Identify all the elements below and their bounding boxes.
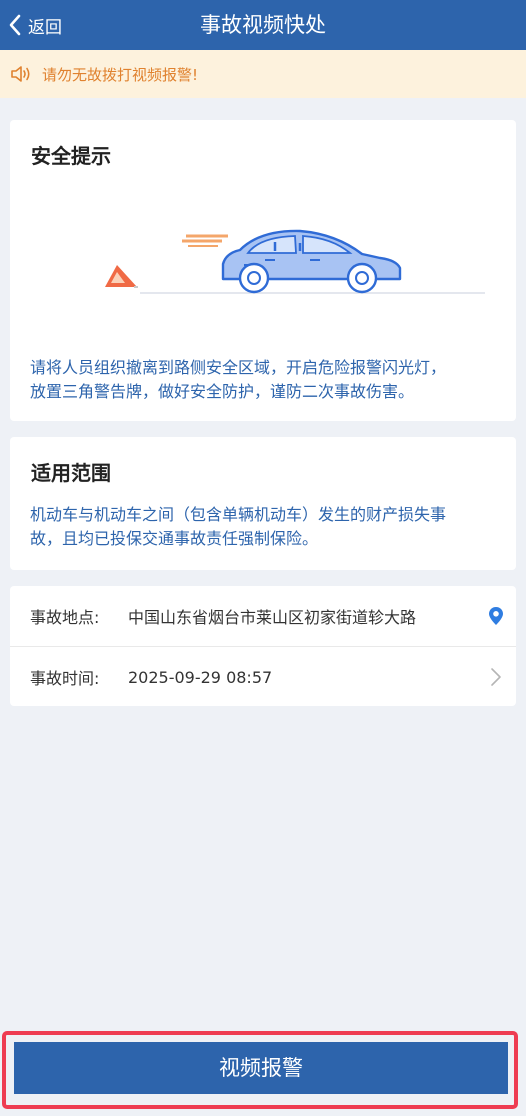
- safety-tip-card: 安全提示 请将人员组织撤离到路侧安全区域，开启危险报警闪光灯， 放置三角警告牌，…: [10, 120, 516, 421]
- video-alarm-button[interactable]: 视频报警: [14, 1042, 508, 1094]
- top-bar: 返回 事故视频快处: [0, 0, 526, 50]
- safety-tip-title: 安全提示: [31, 144, 111, 168]
- location-row[interactable]: 事故地点: 中国山东省烟台市莱山区初家街道轸大路: [10, 586, 516, 646]
- submit-area: 视频报警: [0, 1030, 526, 1116]
- chevron-right-icon: [476, 667, 516, 687]
- car-warning-illustration: [105, 229, 485, 294]
- notice-text: 请勿无故拨打视频报警!: [42, 65, 199, 84]
- scope-title: 适用范围: [31, 461, 111, 485]
- time-label: 事故时间:: [30, 669, 100, 688]
- accident-info-card: 事故地点: 中国山东省烟台市莱山区初家街道轸大路 事故时间: 2025-09-2…: [10, 586, 516, 706]
- location-value: 中国山东省烟台市莱山区初家街道轸大路: [128, 608, 417, 627]
- speaker-icon: [10, 65, 32, 83]
- page-title: 事故视频快处: [200, 13, 326, 37]
- back-button[interactable]: 返回: [8, 0, 62, 50]
- scope-text: 机动车与机动车之间（包含单辆机动车）发生的财产损失事 故，且均已投保交通事故责任…: [30, 503, 496, 551]
- scope-line-2: 故，且均已投保交通事故责任强制保险。: [30, 529, 319, 548]
- scope-card: 适用范围 机动车与机动车之间（包含单辆机动车）发生的财产损失事 故，且均已投保交…: [10, 437, 516, 570]
- safety-tip-line-1: 请将人员组织撤离到路侧安全区域，开启危险报警闪光灯，: [30, 358, 447, 377]
- back-label: 返回: [28, 17, 62, 38]
- time-row[interactable]: 事故时间: 2025-09-29 08:57: [10, 647, 516, 707]
- location-label: 事故地点:: [30, 608, 100, 627]
- time-value: 2025-09-29 08:57: [128, 667, 273, 687]
- scope-line-1: 机动车与机动车之间（包含单辆机动车）发生的财产损失事: [30, 505, 447, 524]
- location-pin-icon[interactable]: [476, 606, 516, 626]
- safety-tip-line-2: 放置三角警告牌，做好安全防护，谨防二次事故伤害。: [30, 382, 415, 401]
- chevron-left-icon: [9, 14, 21, 36]
- warning-notice: 请勿无故拨打视频报警!: [0, 50, 526, 98]
- safety-tip-text: 请将人员组织撤离到路侧安全区域，开启危险报警闪光灯， 放置三角警告牌，做好安全防…: [30, 356, 496, 404]
